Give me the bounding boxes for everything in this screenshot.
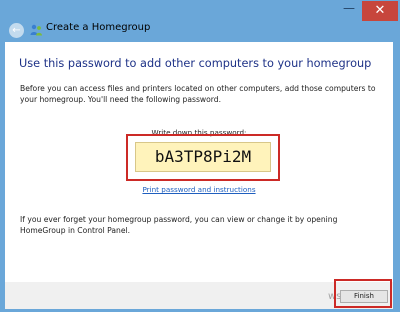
homegroup-icon	[30, 24, 42, 36]
finish-highlight: Finish	[334, 279, 392, 308]
back-arrow-icon[interactable]: ←	[9, 23, 24, 38]
minimize-button[interactable]: —	[336, 1, 362, 21]
forget-info-text: If you ever forget your homegroup passwo…	[20, 215, 338, 235]
description-text: Before you can access files and printers…	[20, 84, 376, 104]
print-password-link[interactable]: Print password and instructions	[5, 185, 393, 194]
finish-button[interactable]: Finish	[340, 290, 388, 303]
password-box: bA3TP8Pi2M	[135, 142, 271, 172]
page-heading: Use this password to add other computers…	[19, 57, 372, 70]
close-button[interactable]: ✕	[362, 1, 398, 21]
window-title: Create a Homegroup	[46, 22, 151, 33]
password-highlight: bA3TP8Pi2M	[126, 134, 280, 181]
content-pane: Use this password to add other computers…	[5, 42, 393, 282]
password-value: bA3TP8Pi2M	[154, 147, 252, 166]
